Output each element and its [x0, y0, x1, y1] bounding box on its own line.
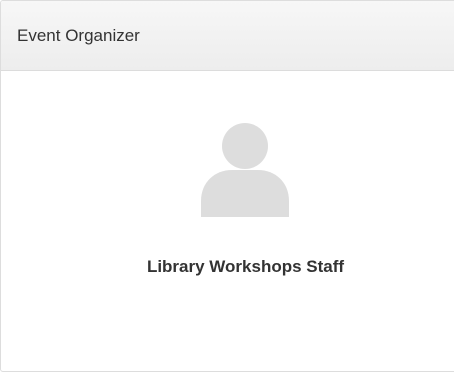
panel-body: Library Workshops Staff: [1, 71, 454, 371]
event-organizer-panel: Event Organizer Library Workshops Staff: [0, 0, 454, 372]
organizer-name[interactable]: Library Workshops Staff: [1, 257, 454, 277]
panel-header: Event Organizer: [1, 1, 454, 71]
user-silhouette-icon: [201, 123, 289, 217]
panel-title: Event Organizer: [17, 26, 140, 45]
